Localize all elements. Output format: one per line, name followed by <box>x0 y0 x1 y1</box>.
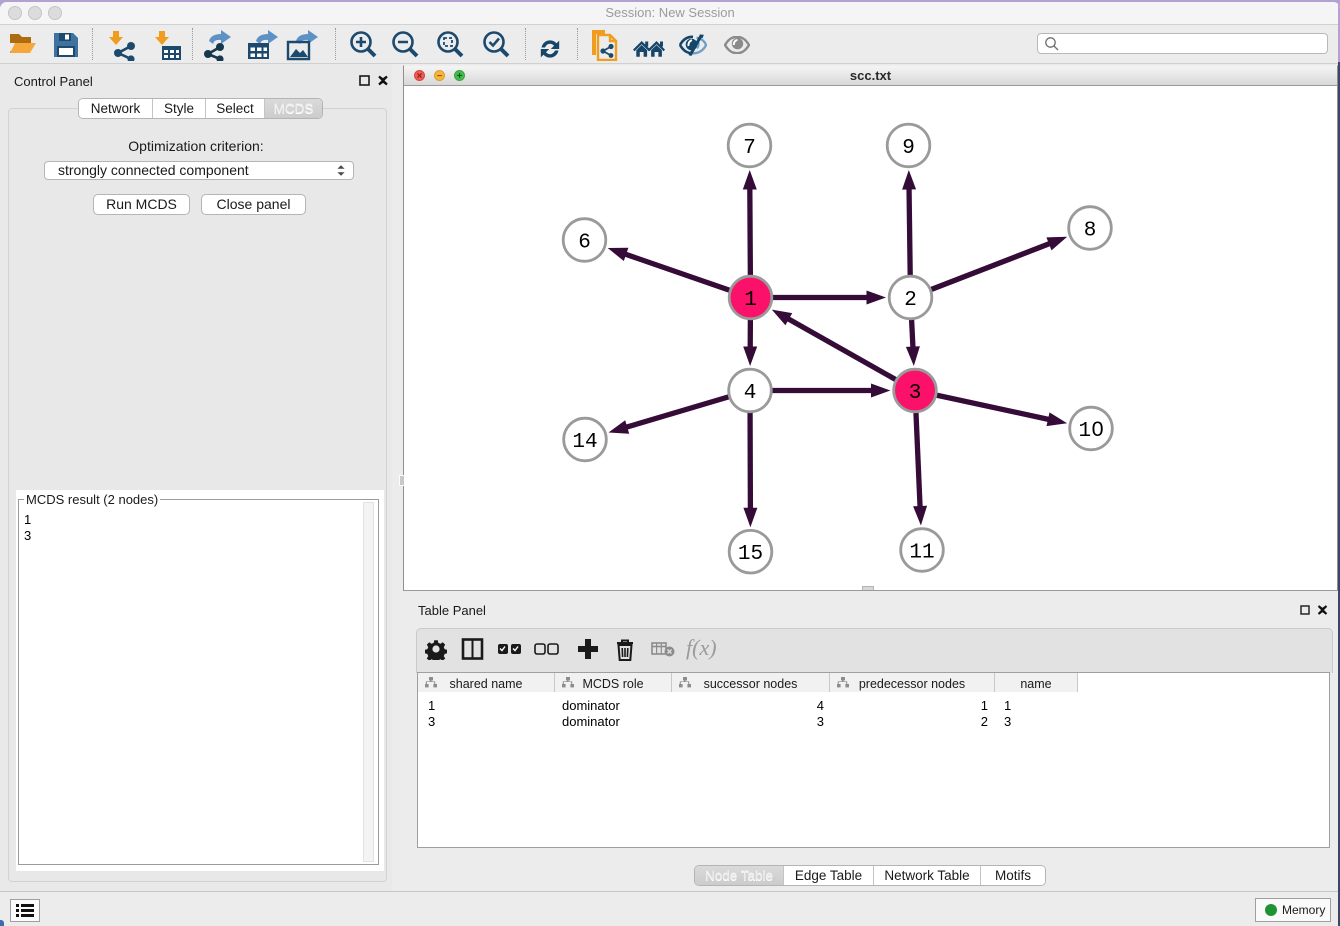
svg-text:11: 11 <box>909 542 934 565</box>
svg-text:14: 14 <box>572 431 597 454</box>
svg-text:1: 1 <box>744 289 757 312</box>
svg-text:4: 4 <box>744 382 757 405</box>
svg-text:8: 8 <box>1084 220 1097 243</box>
svg-text:7: 7 <box>743 137 756 160</box>
svg-text:3: 3 <box>909 382 922 405</box>
svg-text:2: 2 <box>904 289 917 312</box>
svg-text:15: 15 <box>738 543 763 566</box>
svg-text:9: 9 <box>902 137 915 160</box>
svg-text:10: 10 <box>1078 417 1103 443</box>
svg-text:6: 6 <box>578 232 591 255</box>
